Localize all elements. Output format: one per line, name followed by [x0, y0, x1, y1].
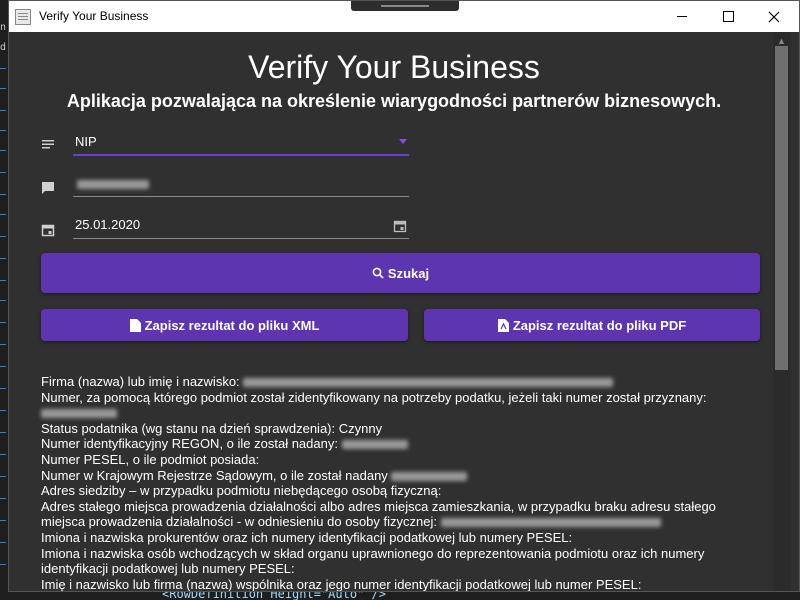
result-line: Imiona i nazwiska osób wchodzących w skł…	[41, 546, 773, 562]
result-line: Imiona i nazwiska prokurentów oraz ich n…	[41, 530, 773, 546]
results-panel: Firma (nazwa) lub imię i nazwisko: Numer…	[41, 374, 773, 592]
board-label-cont: identyfikacji podatkowej lub numery PESE…	[41, 561, 295, 577]
tax-number-label: Numer, za pomocą którego podmiot został …	[41, 389, 707, 405]
title-bar[interactable]: Verify Your Business	[9, 1, 799, 32]
file-icon	[129, 318, 141, 332]
search-button[interactable]: Szukaj	[41, 253, 760, 293]
maximize-icon	[722, 11, 734, 22]
search-icon	[372, 267, 384, 279]
date-value: 25.01.2020	[75, 217, 141, 232]
redacted-number	[77, 180, 149, 189]
date-picker[interactable]: 25.01.2020	[73, 213, 409, 239]
vertical-scrollbar[interactable]: ▲	[773, 32, 791, 591]
status-value: Czynny	[338, 420, 383, 436]
redacted-value	[341, 440, 408, 450]
redacted-value	[391, 471, 468, 481]
save-xml-label: Zapisz rezultat do pliku XML	[144, 317, 320, 333]
minimize-icon	[677, 16, 687, 17]
search-button-label: Szukaj	[387, 265, 430, 281]
status-label: Status podatnika (wg stanu na dzień spra…	[41, 420, 336, 436]
app-icon	[15, 9, 31, 25]
scrollbar-thumb[interactable]	[775, 46, 788, 370]
result-line	[41, 405, 773, 421]
number-input[interactable]	[73, 171, 409, 197]
list-icon	[42, 140, 54, 149]
result-line: Status podatnika (wg stanu na dzień spra…	[41, 421, 773, 437]
result-line: Numer identyfikacyjny REGON, o ile zosta…	[41, 436, 773, 452]
background-editor-gutter: n d	[0, 0, 8, 600]
save-pdf-button[interactable]: Zapisz rezultat do pliku PDF	[424, 309, 760, 341]
result-line: Adres siedziby – w przypadku podmiotu ni…	[41, 483, 773, 499]
save-pdf-label: Zapisz rezultat do pliku PDF	[512, 317, 687, 333]
chevron-down-icon	[399, 139, 407, 144]
comment-icon	[42, 182, 54, 194]
redacted-value	[243, 378, 614, 388]
app-window: Verify Your Business Verify Your Busines…	[8, 0, 800, 592]
residence-label: Adres siedziby – w przypadku podmiotu ni…	[41, 483, 442, 499]
id-type-select[interactable]: NIP	[73, 130, 409, 156]
result-line: Firma (nazwa) lub imię i nazwisko:	[41, 374, 773, 390]
redacted-value	[440, 518, 661, 528]
result-line: Numer PESEL, o ile podmiot posiada:	[41, 452, 773, 468]
editor-char: n	[0, 22, 7, 33]
result-line: Numer, za pomocą którego podmiot został …	[41, 390, 773, 406]
proxies-label: Imiona i nazwiska prokurentów oraz ich n…	[41, 529, 573, 545]
scroll-up-icon[interactable]: ▲	[777, 36, 786, 46]
board-label: Imiona i nazwiska osób wchodzących w skł…	[41, 545, 705, 561]
company-name-label: Firma (nazwa) lub imię i nazwisko:	[41, 374, 240, 389]
krs-label: Numer w Krajowym Rejestrze Sądowym, o il…	[41, 467, 388, 483]
pesel-label: Numer PESEL, o ile podmiot posiada:	[41, 451, 260, 467]
calendar-icon	[41, 224, 55, 237]
partners-label: Imię i nazwisko lub firma (nazwa) wspóln…	[41, 576, 642, 592]
result-line: Imię i nazwisko lub firma (nazwa) wspóln…	[41, 576, 773, 592]
result-line: Numer w Krajowym Rejestrze Sądowym, o il…	[41, 468, 773, 484]
page-title: Verify Your Business	[248, 49, 540, 85]
close-icon	[768, 11, 780, 22]
maximize-button[interactable]	[705, 1, 751, 32]
minimize-button[interactable]	[659, 1, 705, 32]
result-line: Adres stałego miejsca prowadzenia działa…	[41, 499, 773, 515]
window-title: Verify Your Business	[39, 9, 149, 23]
result-line: identyfikacji podatkowej lub numery PESE…	[41, 561, 773, 577]
pdf-file-icon	[497, 318, 509, 332]
main-content: Verify Your Business Aplikacja pozwalają…	[9, 32, 787, 592]
calendar-picker-icon[interactable]	[393, 219, 407, 233]
page-subtitle: Aplikacja pozwalająca na określenie wiar…	[66, 91, 722, 111]
close-button[interactable]	[751, 1, 797, 32]
id-type-value: NIP	[75, 134, 97, 149]
save-xml-button[interactable]: Zapisz rezultat do pliku XML	[41, 309, 408, 341]
business-address-label-cont: miejsca prowadzenia działalności - w odn…	[41, 514, 437, 530]
regon-label: Numer identyfikacyjny REGON, o ile zosta…	[41, 436, 338, 452]
redacted-value	[41, 409, 117, 419]
drag-handle[interactable]	[351, 1, 459, 11]
editor-char: d	[0, 42, 7, 53]
result-line: miejsca prowadzenia działalności - w odn…	[41, 514, 773, 530]
business-address-label: Adres stałego miejsca prowadzenia działa…	[41, 498, 716, 514]
